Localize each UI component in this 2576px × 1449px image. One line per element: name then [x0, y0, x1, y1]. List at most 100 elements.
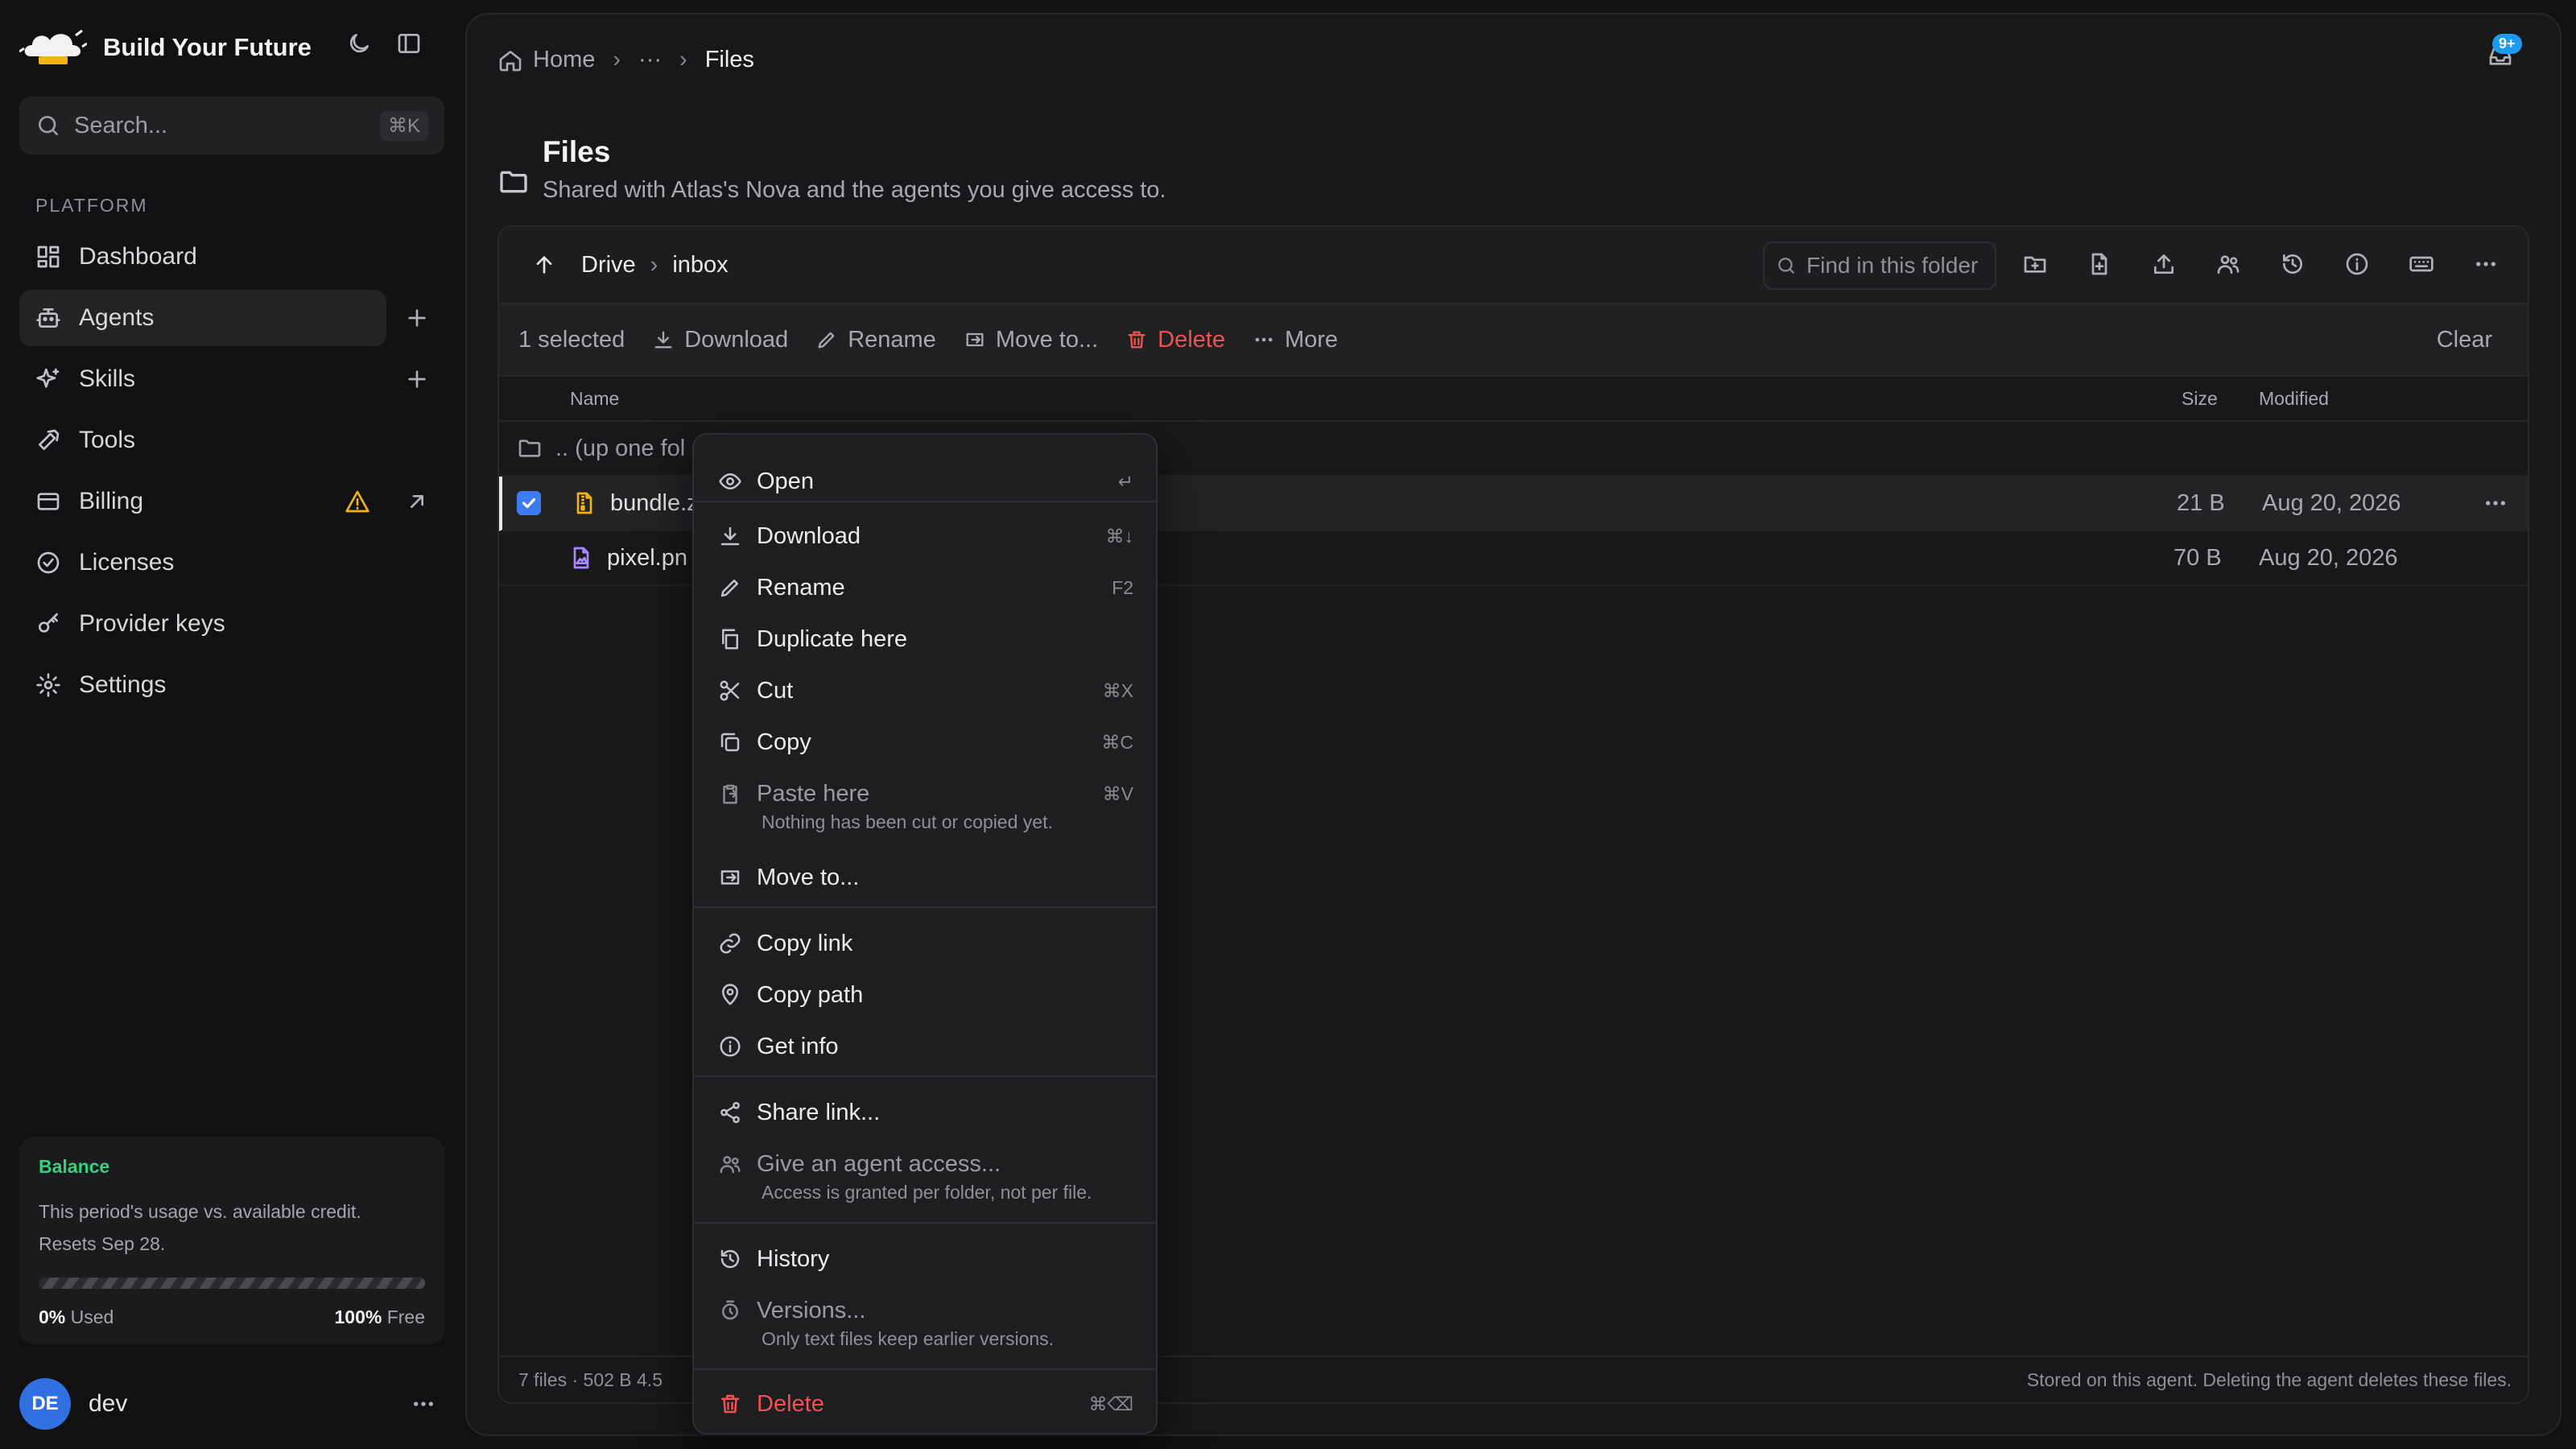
add-skill-icon[interactable]: [404, 366, 430, 392]
info-icon[interactable]: [2344, 251, 2370, 277]
search-placeholder: Search...: [74, 112, 168, 138]
trash-icon: [720, 1394, 740, 1414]
sidebar-item-label: Skills: [79, 365, 136, 392]
breadcrumb-ellipsis[interactable]: ···: [638, 47, 662, 73]
sidebar-item-licenses[interactable]: Licenses: [19, 535, 444, 591]
chevron-right-icon: ›: [679, 47, 687, 72]
add-agent-icon[interactable]: [404, 305, 430, 331]
find-in-folder-input[interactable]: Find in this folder: [1763, 242, 1996, 290]
keyboard-icon[interactable]: [2409, 251, 2434, 277]
clipboard-icon: [723, 784, 737, 804]
menu-item-get-info[interactable]: Get info: [694, 1021, 1156, 1072]
user-name: dev: [89, 1390, 128, 1417]
menu-item-rename[interactable]: Rename F2: [694, 562, 1156, 613]
clear-selection-button[interactable]: Clear: [2437, 327, 2492, 353]
menu-item-open[interactable]: Open ↵: [694, 456, 1156, 507]
menu-item-copy-path[interactable]: Copy path: [694, 969, 1156, 1021]
history-icon[interactable]: [2280, 251, 2306, 277]
trash-icon: [1128, 331, 1146, 349]
sidebar-item-label: Provider keys: [79, 610, 225, 637]
brand-name: Build Your Future: [103, 33, 312, 61]
move-button[interactable]: Move to...: [964, 327, 1098, 353]
usage-bar: [39, 1278, 425, 1289]
file-modified: Aug 20, 2026: [2262, 489, 2401, 516]
file-modified: Aug 20, 2026: [2259, 544, 2398, 571]
users-icon[interactable]: [2215, 251, 2241, 277]
sidebar-item-label: Licenses: [79, 549, 175, 576]
sidebar-item-agents[interactable]: Agents: [19, 290, 426, 346]
divider: [694, 1222, 1156, 1224]
dashboard-icon: [37, 246, 60, 268]
credit-card-icon: [37, 493, 60, 510]
external-link-icon[interactable]: [404, 489, 430, 514]
versions-icon: [722, 1300, 738, 1320]
sidebar-item-tools[interactable]: Tools: [19, 412, 444, 469]
new-file-icon[interactable]: [2087, 251, 2112, 277]
menu-item-share[interactable]: Share link...: [694, 1087, 1156, 1138]
column-modified[interactable]: Modified: [2259, 388, 2329, 410]
up-folder-label: .. (up one fol: [555, 435, 686, 461]
sidebar-toggle-icon[interactable]: [396, 31, 422, 56]
link-icon: [720, 933, 741, 954]
folder-path: Drive › inbox: [581, 252, 729, 279]
sidebar-item-dashboard[interactable]: Dashboard: [19, 229, 444, 285]
menu-item-delete[interactable]: Delete ⌘⌫: [694, 1378, 1156, 1430]
check-icon: [522, 497, 536, 509]
versions-hint: Only text files keep earlier versions.: [762, 1328, 1055, 1349]
menu-item-copy-link[interactable]: Copy link: [694, 918, 1156, 969]
selection-bar: 1 selected Download Rename Move to... De…: [499, 304, 2528, 377]
breadcrumb-home[interactable]: Home: [497, 47, 595, 73]
arrow-up-icon[interactable]: [531, 252, 557, 278]
column-name[interactable]: Name: [570, 388, 619, 410]
path-inbox[interactable]: inbox: [672, 252, 728, 279]
breadcrumb: Home › ··· › Files: [497, 47, 754, 73]
delete-button[interactable]: Delete: [1125, 327, 1225, 353]
menu-item-download[interactable]: Download ⌘↓: [694, 510, 1156, 562]
moon-icon[interactable]: [346, 31, 372, 56]
upload-icon[interactable]: [2151, 251, 2177, 277]
hammer-icon: [39, 429, 60, 450]
menu-item-history[interactable]: History: [694, 1233, 1156, 1285]
find-placeholder: Find in this folder: [1806, 253, 1979, 278]
shortcut: ⌘C: [1101, 731, 1133, 753]
notifications-button[interactable]: 9+: [2487, 34, 2522, 69]
menu-item-duplicate[interactable]: Duplicate here: [694, 613, 1156, 665]
download-button[interactable]: Download: [652, 327, 788, 353]
more-horizontal-icon[interactable]: [2473, 251, 2499, 277]
menu-item-cut[interactable]: Cut ⌘X: [694, 665, 1156, 716]
section-title: PLATFORM: [35, 195, 148, 216]
balance-title: Balance: [39, 1156, 110, 1177]
column-size[interactable]: Size: [2182, 388, 2218, 410]
sidebar-item-skills[interactable]: Skills: [19, 351, 444, 407]
user-menu[interactable]: DE dev: [19, 1378, 444, 1430]
page-header: Files Shared with Atlas's Nova and the a…: [497, 135, 1166, 204]
divider: [694, 906, 1156, 908]
new-folder-icon[interactable]: [2022, 251, 2048, 277]
sidebar-item-label: Agents: [79, 304, 155, 331]
shortcut: ⌘↓: [1105, 525, 1134, 547]
sidebar-item-label: Dashboard: [79, 243, 197, 270]
path-drive[interactable]: Drive: [581, 252, 636, 279]
avatar: DE: [19, 1378, 71, 1430]
sidebar-item-label: Settings: [79, 671, 167, 698]
sparkles-icon: [36, 368, 60, 388]
sidebar-item-provider-keys[interactable]: Provider keys: [19, 596, 444, 652]
page-subtitle: Shared with Atlas's Nova and the agents …: [543, 177, 1166, 203]
more-button[interactable]: More: [1253, 327, 1338, 353]
rename-button[interactable]: Rename: [815, 327, 936, 353]
menu-item-copy[interactable]: Copy ⌘C: [694, 716, 1156, 768]
duplicate-icon: [722, 629, 738, 650]
paste-hint: Nothing has been cut or copied yet.: [762, 811, 1053, 832]
menu-item-move[interactable]: Move to...: [694, 852, 1156, 903]
more-horizontal-icon[interactable]: [411, 1391, 436, 1417]
sidebar-item-settings[interactable]: Settings: [19, 657, 444, 713]
divider: [694, 501, 1156, 502]
search-input[interactable]: Search... ⌘K: [19, 97, 444, 155]
sidebar-item-billing[interactable]: Billing: [19, 473, 444, 530]
brand[interactable]: Build Your Future: [19, 24, 312, 71]
browser-toolbar: Drive › inbox Find in this folder: [499, 227, 2528, 304]
row-checkbox[interactable]: [517, 491, 541, 515]
usage-meta: 0% Used 100% Free: [39, 1307, 425, 1328]
chevron-right-icon: ›: [650, 251, 658, 278]
row-more-icon[interactable]: [2483, 490, 2508, 516]
